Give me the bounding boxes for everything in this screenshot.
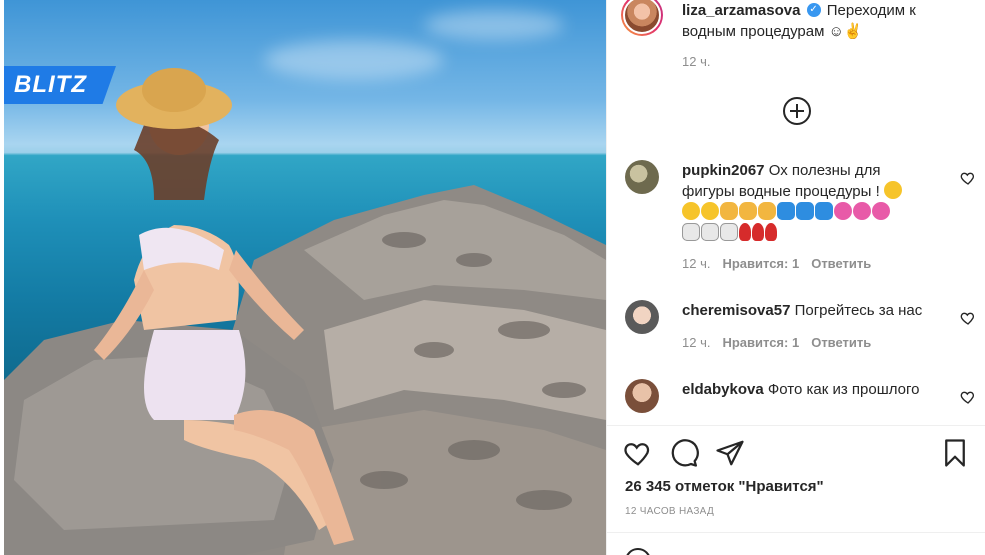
smile-emoji-icon [883,181,902,199]
post-time[interactable]: 12 ч. [682,54,710,69]
clap-emoji-icon [720,202,738,220]
rabbit-emoji-icon [701,223,719,241]
comment-icon[interactable] [669,438,699,468]
share-icon[interactable] [715,438,745,468]
comment-meta: 12 ч. Нравится: 1 Ответить [682,335,871,350]
likes-count[interactable]: 26 345 отметок "Нравится" [625,478,824,495]
comment-like-heart-icon[interactable] [960,170,976,186]
smile-emoji-icon [701,202,719,220]
comment-text-block: eldabykova Фото как из прошлого [682,379,930,400]
comment-like-heart-icon[interactable] [960,389,976,405]
commenter-avatar[interactable] [625,300,659,334]
rose-emoji-icon [739,223,751,241]
comments-scroll-area[interactable]: liza_arzamasova ✓ Переходим к водным про… [607,0,985,425]
rabbit-emoji-icon [682,223,700,241]
post-side-panel: liza_arzamasova ✓ Переходим к водным про… [606,0,985,555]
comment-username[interactable]: eldabykova [682,381,764,398]
wave-emoji-icon [815,202,833,220]
flower-emoji-icon [872,202,890,220]
author-username[interactable]: liza_arzamasova [682,2,800,19]
comment-username[interactable]: cheremisova57 [682,302,790,319]
comment-username[interactable]: pupkin2067 [682,162,765,179]
comment-like-heart-icon[interactable] [960,310,976,326]
post-photo[interactable]: BLITZ [4,0,606,555]
rabbit-emoji-icon [720,223,738,241]
flower-emoji-icon [834,202,852,220]
commenter-avatar[interactable] [625,379,659,413]
comment-text: Погрейтесь за нас [794,302,923,319]
comment-meta: 12 ч. Нравится: 1 Ответить [682,256,871,271]
comment-text: Фото как из прошлого [767,381,920,398]
comment-likes[interactable]: Нравится: 1 [722,256,799,271]
flower-emoji-icon [853,202,871,220]
post-actions-bar: 26 345 отметок "Нравится" 12 ЧАСОВ НАЗАД [607,425,985,555]
comment-time[interactable]: 12 ч. [682,256,710,271]
emoji-picker-icon[interactable] [625,548,651,555]
heart-icon[interactable] [623,438,653,468]
commenter-avatar[interactable] [625,160,659,194]
post-caption: liza_arzamasova ✓ Переходим к водным про… [682,0,952,42]
clap-emoji-icon [758,202,776,220]
comment-text-block: pupkin2067 Ох полезны для фигуры водные … [682,160,930,244]
smile-emoji-icon [682,202,700,220]
load-more-comments-button[interactable] [783,97,811,125]
rose-emoji-icon [752,223,764,241]
bookmark-icon[interactable] [940,438,970,468]
blitz-logo: BLITZ [4,66,116,104]
comment-text-block: cheremisova57 Погрейтесь за нас [682,300,930,321]
divider [607,532,985,533]
comment-time[interactable]: 12 ч. [682,335,710,350]
reply-button[interactable]: Ответить [811,335,871,350]
comment-likes[interactable]: Нравится: 1 [722,335,799,350]
reply-button[interactable]: Ответить [811,256,871,271]
author-avatar[interactable] [621,0,663,36]
posted-ago[interactable]: 12 ЧАСОВ НАЗАД [625,506,714,517]
wave-emoji-icon [777,202,795,220]
verified-badge-icon: ✓ [806,3,821,18]
rose-emoji-icon [765,223,777,241]
clap-emoji-icon [739,202,757,220]
wave-emoji-icon [796,202,814,220]
